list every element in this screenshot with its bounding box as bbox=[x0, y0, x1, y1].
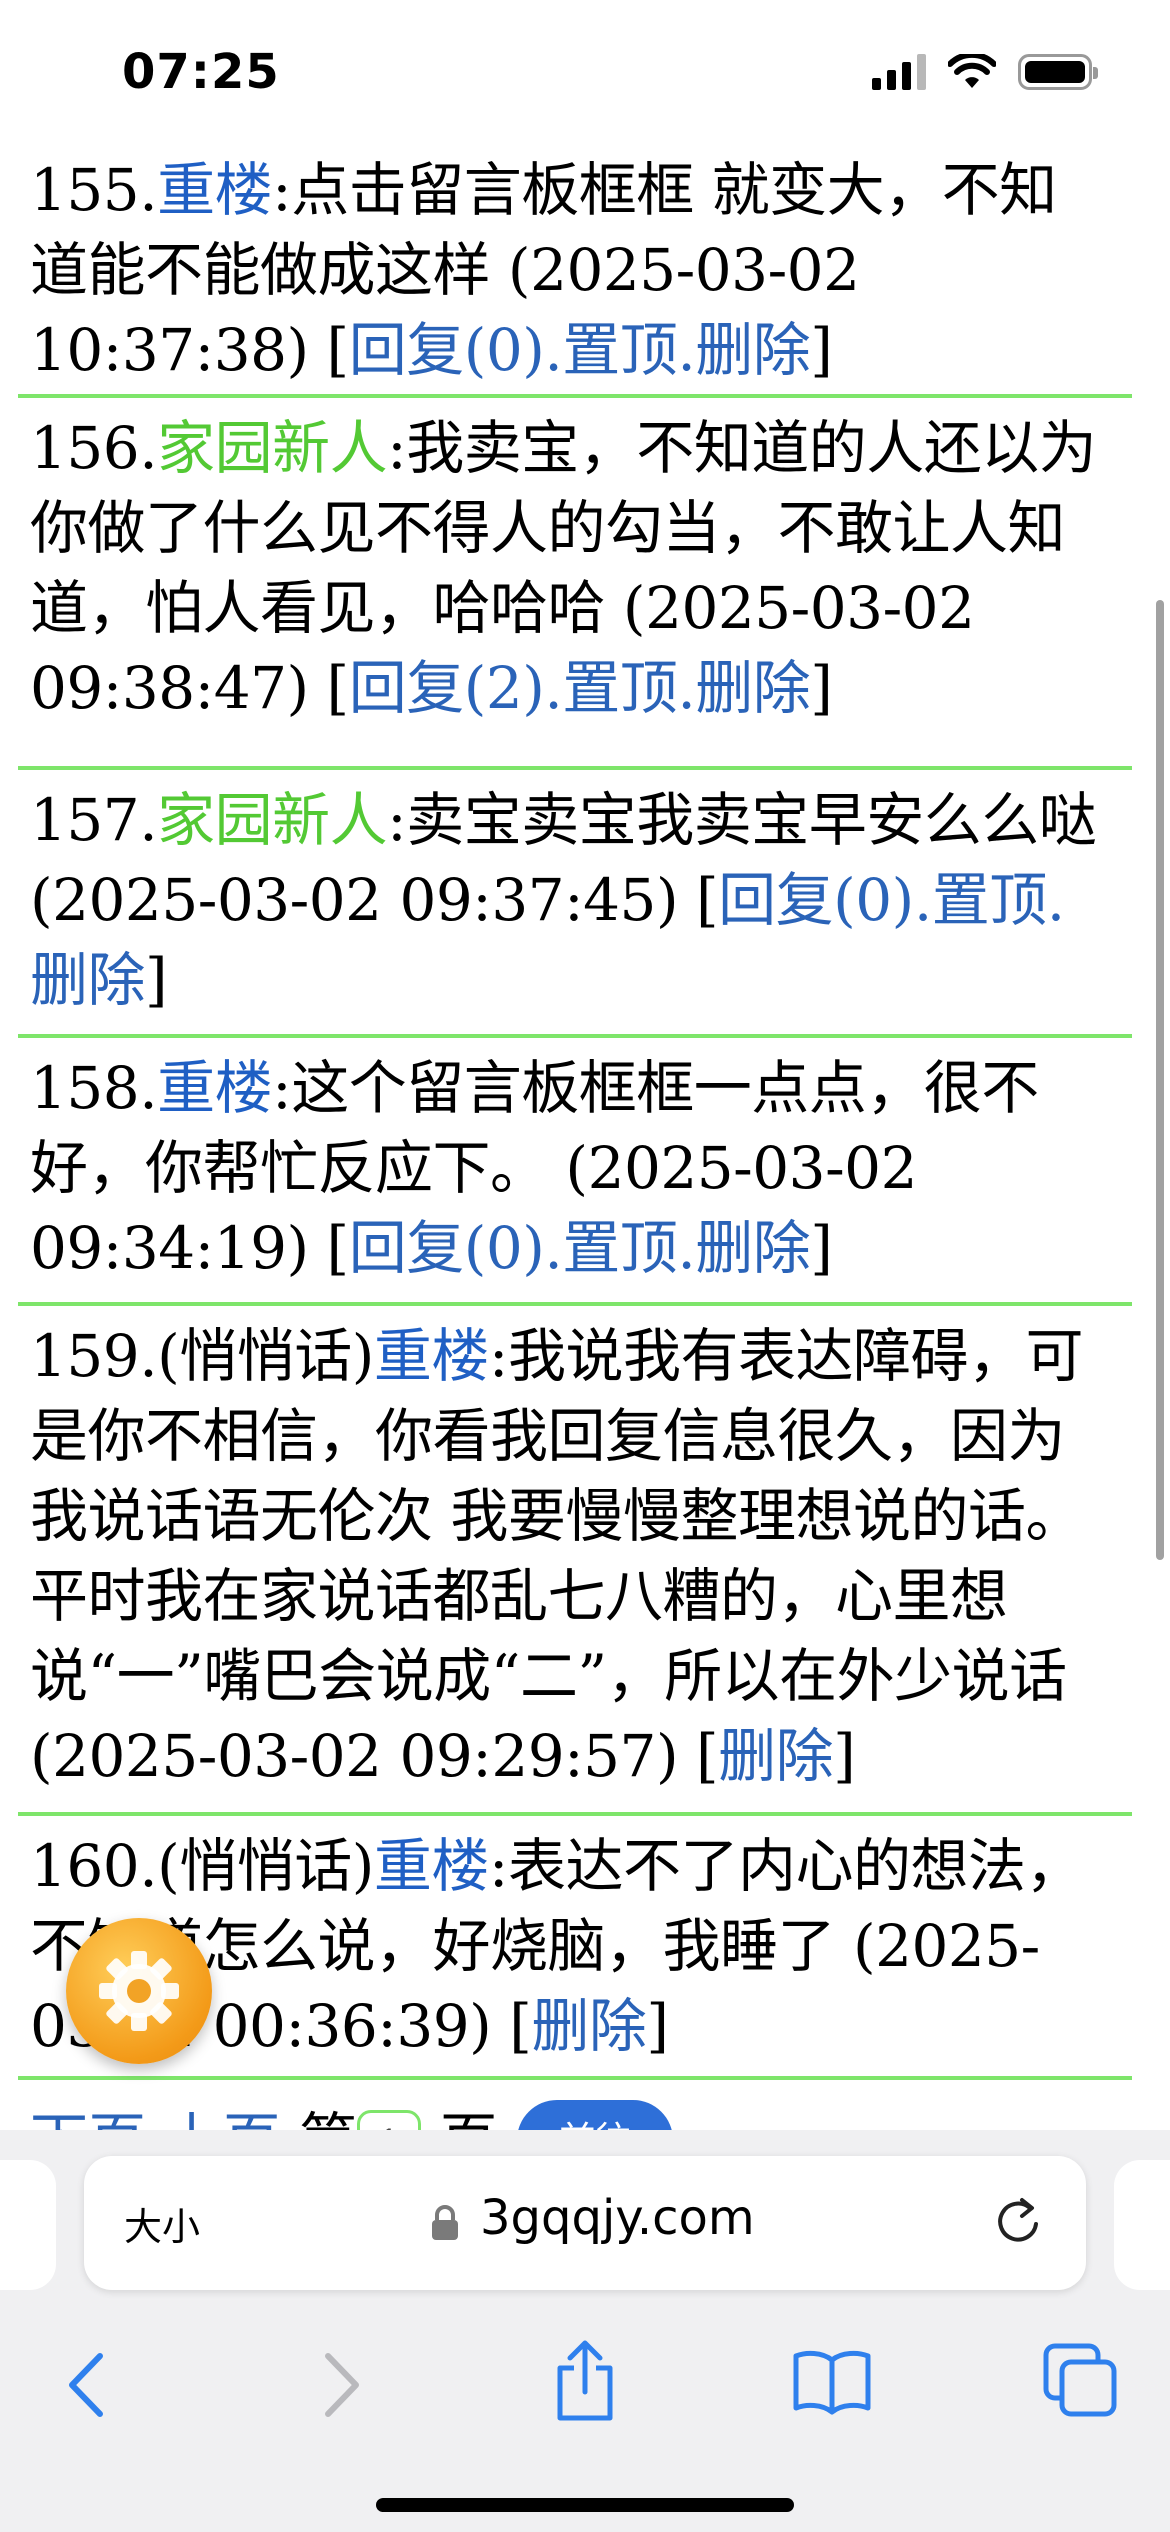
settings-float-button[interactable] bbox=[66, 1918, 212, 2064]
previous-tab-peek[interactable] bbox=[0, 2160, 56, 2290]
status-icons bbox=[872, 54, 1098, 90]
message-item: 158.重楼:这个留言板框框一点点，很不好，你帮忙反应下。 (2025-03-0… bbox=[18, 1038, 1132, 1306]
link-separator: . bbox=[544, 654, 563, 722]
message-number: 156. bbox=[30, 414, 158, 482]
pin-link[interactable]: 置顶 bbox=[562, 316, 678, 384]
reply-link[interactable]: 回复(0) bbox=[349, 316, 545, 384]
message-number: 160. bbox=[30, 1832, 158, 1900]
link-separator: . bbox=[1046, 866, 1065, 934]
pager: 下页.上页 第1 页前往 bbox=[18, 2080, 1132, 2130]
message-author-link[interactable]: 重楼 bbox=[374, 1832, 490, 1900]
message-number: 155. bbox=[30, 156, 158, 224]
reply-link[interactable]: 回复(0) bbox=[349, 1214, 545, 1282]
wifi-icon bbox=[948, 54, 996, 88]
browser-toolbar bbox=[0, 2320, 1170, 2440]
delete-link[interactable]: 删除 bbox=[695, 654, 811, 722]
reply-link[interactable]: 回复(2) bbox=[349, 654, 545, 722]
forward-icon[interactable] bbox=[316, 2350, 366, 2420]
text-size-button[interactable]: 大小 bbox=[124, 2196, 200, 2251]
prev-page-link[interactable]: 上页 bbox=[164, 2106, 280, 2130]
pin-link[interactable]: 置顶 bbox=[932, 866, 1048, 934]
message-author-link[interactable]: 家园新人 bbox=[157, 414, 388, 482]
battery-icon bbox=[1018, 54, 1098, 90]
page-suffix: 页 bbox=[439, 2106, 497, 2130]
share-icon[interactable] bbox=[550, 2338, 620, 2424]
message-item: 157.家园新人:卖宝卖宝我卖宝早安么么哒 (2025-03-02 09:37:… bbox=[18, 770, 1132, 1038]
bracket-close: ] bbox=[145, 946, 168, 1014]
status-time: 07:25 bbox=[122, 44, 280, 100]
back-icon[interactable] bbox=[62, 2350, 112, 2420]
link-separator: . bbox=[913, 866, 932, 934]
link-separator: . bbox=[677, 316, 696, 384]
next-page-link[interactable]: 下页 bbox=[30, 2106, 146, 2130]
url-domain[interactable]: 3gqqjy.com bbox=[480, 2190, 755, 2246]
bookmarks-icon[interactable] bbox=[792, 2346, 872, 2416]
message-number: 158. bbox=[30, 1054, 158, 1122]
address-bar[interactable]: 大小 3gqqjy.com bbox=[84, 2156, 1086, 2290]
link-separator: . bbox=[544, 316, 563, 384]
go-button[interactable]: 前往 bbox=[517, 2100, 674, 2130]
page-number-input[interactable]: 1 bbox=[356, 2110, 421, 2130]
bracket-close: ] bbox=[833, 1722, 856, 1790]
browser-chrome: 大小 3gqqjy.com bbox=[0, 2130, 1170, 2532]
message-number: 159. bbox=[30, 1322, 158, 1390]
bracket-close: ] bbox=[646, 1992, 669, 2060]
message-number: 157. bbox=[30, 786, 158, 854]
pin-link[interactable]: 置顶 bbox=[562, 654, 678, 722]
lock-icon bbox=[432, 2205, 458, 2240]
link-separator: . bbox=[544, 1214, 563, 1282]
gear-icon bbox=[99, 1951, 179, 2031]
delete-link[interactable]: 删除 bbox=[695, 1214, 811, 1282]
message-author-link[interactable]: 重楼 bbox=[374, 1322, 490, 1390]
message-item: 156.家园新人:我卖宝，不知道的人还以为你做了什么见不得人的勾当，不敢让人知道… bbox=[18, 398, 1132, 770]
reply-link[interactable]: 回复(0) bbox=[718, 866, 914, 934]
link-separator: . bbox=[677, 654, 696, 722]
pager-separator: . bbox=[146, 2106, 164, 2130]
message-item: 159.(悄悄话)重楼:我说我有表达障碍，可是你不相信，你看我回复信息很久，因为… bbox=[18, 1306, 1132, 1816]
message-author-link[interactable]: 重楼 bbox=[157, 156, 273, 224]
message-text: :我说我有表达障碍，可是你不相信，你看我回复信息很久，因为我说话语无伦次 我要慢… bbox=[30, 1322, 1083, 1790]
delete-link[interactable]: 删除 bbox=[695, 316, 811, 384]
bracket-close: ] bbox=[810, 654, 833, 722]
link-separator: . bbox=[677, 1214, 696, 1282]
page-prefix: 第 bbox=[299, 2106, 357, 2130]
cellular-signal-icon bbox=[872, 54, 926, 90]
tabs-icon[interactable] bbox=[1042, 2342, 1118, 2418]
message-list: 155.重楼:点击留言板框框 就变大，不知道能不能做成这样 (2025-03-0… bbox=[0, 140, 1150, 2130]
reload-icon[interactable] bbox=[990, 2194, 1046, 2250]
scrollbar[interactable] bbox=[1156, 600, 1164, 1560]
bracket-close: ] bbox=[810, 1214, 833, 1282]
home-indicator bbox=[376, 2498, 794, 2512]
bracket-close: ] bbox=[810, 316, 833, 384]
delete-link[interactable]: 删除 bbox=[531, 1992, 647, 2060]
pin-link[interactable]: 置顶 bbox=[562, 1214, 678, 1282]
message-author-link[interactable]: 家园新人 bbox=[157, 786, 388, 854]
delete-link[interactable]: 删除 bbox=[30, 946, 146, 1014]
delete-link[interactable]: 删除 bbox=[718, 1722, 834, 1790]
whisper-tag: (悄悄话) bbox=[157, 1832, 374, 1900]
status-bar: 07:25 bbox=[0, 0, 1170, 140]
message-author-link[interactable]: 重楼 bbox=[157, 1054, 273, 1122]
whisper-tag: (悄悄话) bbox=[157, 1322, 374, 1390]
next-tab-peek[interactable] bbox=[1114, 2160, 1170, 2290]
message-item: 155.重楼:点击留言板框框 就变大，不知道能不能做成这样 (2025-03-0… bbox=[18, 140, 1132, 398]
